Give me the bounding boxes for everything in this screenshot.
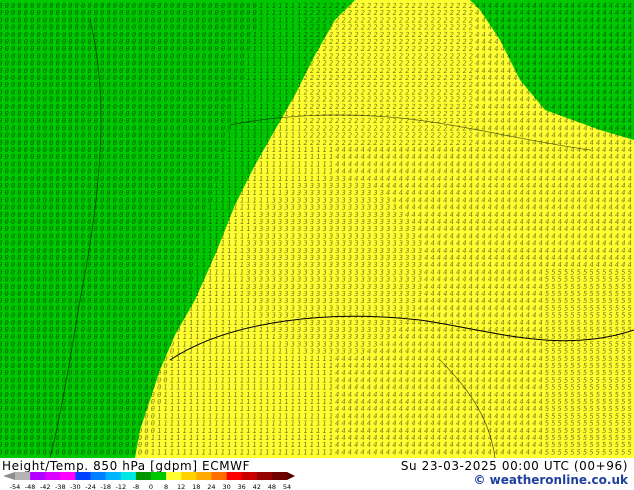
colorbar-tick-label: -54 (10, 483, 21, 490)
colorbar-tick-label: 18 (192, 483, 200, 490)
colorbar-swatch (211, 472, 227, 480)
colorbar-tick-label: -42 (40, 483, 51, 490)
map-title: Height/Temp. 850 hPa [gdpm] ECMWF (2, 459, 251, 473)
site-credit[interactable]: © weatheronline.co.uk (473, 473, 628, 487)
colorbar-tick-label: 36 (238, 483, 246, 490)
colorbar-swatch (256, 472, 273, 480)
colorbar-tick-label: 48 (268, 483, 276, 490)
colorbar-tick-label: 8 (164, 483, 168, 490)
colorbar-tick-label: -12 (115, 483, 126, 490)
colorbar-tick-label: -24 (85, 483, 96, 490)
colorbar-swatch (105, 472, 122, 480)
colorbar-swatch (30, 472, 46, 480)
colorbar-swatch (45, 472, 61, 480)
colorbar-swatch (75, 472, 91, 480)
map-footer: Height/Temp. 850 hPa [gdpm] ECMWF Su 23-… (0, 458, 634, 490)
colorbar-swatch (120, 472, 137, 480)
colorbar-swatch (151, 472, 167, 480)
colorbar-tick-label: -38 (55, 483, 66, 490)
colorbar-swatch (166, 472, 182, 480)
colorbar-tick-label: 54 (283, 483, 291, 490)
colorbar-tick-label: 30 (222, 483, 230, 490)
colorbar-tick-label: 42 (253, 483, 261, 490)
colorbar-arrow-left (3, 472, 15, 480)
forecast-datetime: Su 23-03-2025 00:00 UTC (00+96) (400, 459, 628, 473)
colorbar-tick-label: 0 (149, 483, 153, 490)
colorbar-swatch (135, 472, 152, 480)
colorbar-swatch (90, 472, 106, 480)
colorbar-arrow-right (287, 472, 295, 480)
temperature-colorbar: -54 -48 -42 -38 -30 -24 -18 -12 -8 0 8 12 18 24 30 36 42… (3, 472, 295, 490)
colorbar-swatch (196, 472, 212, 480)
colorbar-tick-label: -30 (70, 483, 81, 490)
colorbar-swatch (181, 472, 197, 480)
colorbar-swatch (241, 472, 258, 480)
temperature-digit-field: 0000000000000000000000000000000000000000… (0, 1, 634, 456)
colorbar-tick-label: -48 (25, 483, 36, 490)
colorbar-swatch (226, 472, 242, 480)
colorbar-tick-label: -8 (133, 483, 139, 490)
colorbar-swatch (15, 472, 31, 480)
colorbar-tick-label: 24 (207, 483, 215, 490)
colorbar-swatch (271, 472, 288, 480)
colorbar-swatch (60, 472, 76, 480)
colorbar-tick-label: -18 (100, 483, 111, 490)
colorbar-tick-label: 12 (177, 483, 185, 490)
weather-map: 0000000000000000000000000000000000000000… (0, 0, 634, 458)
digit-row: 0000000000000000000000001111111111111111… (0, 447, 634, 456)
